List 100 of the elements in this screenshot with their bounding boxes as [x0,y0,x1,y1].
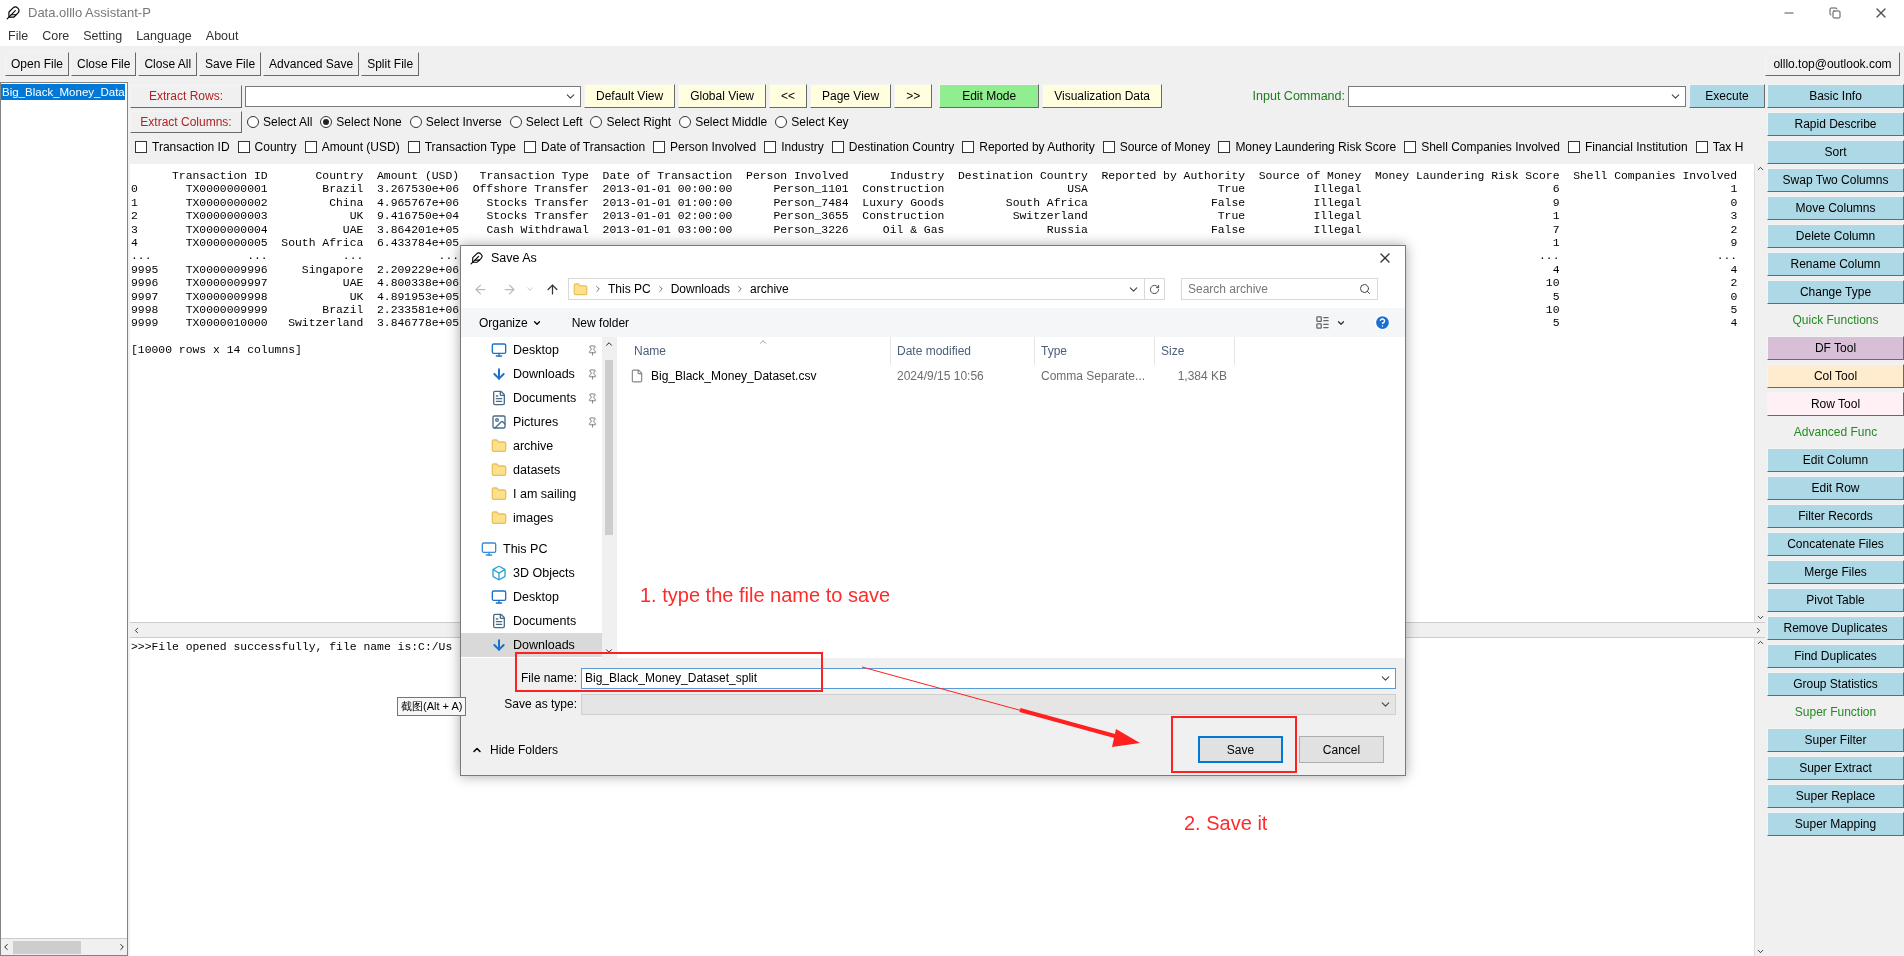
function-button[interactable]: Rename Column [1767,252,1904,276]
function-button[interactable]: Super Mapping [1767,812,1904,836]
view-icon[interactable] [1315,315,1330,330]
scroll-up-icon[interactable] [604,339,614,349]
column-checkbox[interactable]: Person Involved [653,138,757,156]
view-button[interactable]: << [769,84,807,108]
scroll-left-icon[interactable] [1,942,11,952]
command-button[interactable]: Organize [479,313,542,332]
execute-button[interactable]: Execute [1689,84,1765,108]
extract-columns-button[interactable]: Extract Columns: [130,111,242,133]
column-checkbox[interactable]: Date of Transaction [524,138,646,156]
function-button[interactable]: Edit Row [1767,476,1904,500]
function-button[interactable]: Edit Column [1767,448,1904,472]
function-button[interactable]: Row Tool [1767,392,1904,416]
hide-folders-button[interactable]: Hide Folders [471,740,559,759]
column-checkbox[interactable]: Reported by Authority [962,138,1095,156]
address-bar[interactable]: This PC Downloads archive [568,278,1145,300]
radio-option[interactable]: Select None [320,113,402,131]
function-button[interactable]: Col Tool [1767,364,1904,388]
radio-option[interactable]: Select Middle [679,113,768,131]
menu-item[interactable]: Setting [76,26,130,46]
nav-item[interactable]: Desktop [461,585,602,609]
toolbar-button[interactable]: Open File [5,52,70,76]
function-button[interactable]: Group Statistics [1767,672,1904,696]
menu-item[interactable]: Core [35,26,77,46]
function-button[interactable]: Super Replace [1767,784,1904,808]
nav-item[interactable]: Documents [461,386,602,410]
view-button[interactable]: Edit Mode [939,84,1040,108]
nav-item[interactable]: I am sailing [461,482,602,506]
scroll-right-icon[interactable] [1754,625,1763,635]
toolbar-button[interactable]: Close File [71,52,137,76]
scrollbar[interactable] [1754,638,1765,956]
column-checkbox[interactable]: Transaction ID [135,138,230,156]
refresh-button[interactable] [1145,278,1165,300]
nav-item[interactable]: Pictures [461,410,602,434]
function-button[interactable]: Sort [1767,140,1904,164]
column-checkbox[interactable]: Financial Institution [1567,138,1688,156]
column-checkbox[interactable]: Destination Country [831,138,955,156]
search-box[interactable]: Search archive [1181,278,1378,300]
file-name-box[interactable]: Big_Black_Money_Dataset_split [581,667,1396,689]
view-button[interactable]: Default View [584,84,676,108]
nav-item[interactable]: images [461,506,602,530]
function-button[interactable]: Basic Info [1767,84,1904,108]
column-heading[interactable]: Name [620,337,891,365]
radio-option[interactable]: Select Right [590,113,672,131]
function-button[interactable]: Filter Records [1767,504,1904,528]
function-button[interactable]: Change Type [1767,280,1904,304]
column-heading[interactable]: Date modified [891,337,1035,365]
view-button[interactable]: Visualization Data [1042,84,1163,108]
menu-item[interactable]: Language [129,26,199,46]
scroll-down-icon[interactable] [1755,613,1765,622]
function-button[interactable]: Super Filter [1767,728,1904,752]
nav-item[interactable]: This PC [461,537,602,561]
file-list-item[interactable]: Big_Black_Money_Data [1,84,125,100]
function-button[interactable]: Super Extract [1767,756,1904,780]
column-checkbox[interactable]: Tax H [1695,138,1744,156]
view-button[interactable]: Global View [678,84,766,108]
function-button[interactable]: Find Duplicates [1767,644,1904,668]
file-name-field[interactable]: Big_Black_Money_Dataset_split [585,669,1379,687]
breadcrumb-item[interactable]: archive [750,280,789,298]
breadcrumb-item[interactable]: Downloads [670,280,731,298]
scroll-up-icon[interactable] [1755,164,1765,173]
account-button[interactable]: olllo.top@outlook.com [1765,52,1900,76]
column-checkbox[interactable]: Shell Companies Involved [1404,138,1560,156]
column-heading[interactable]: Type [1035,337,1155,365]
nav-item[interactable]: 3D Objects [461,561,602,585]
function-button[interactable]: Concatenate Files [1767,532,1904,556]
command-button[interactable]: New folder [571,313,630,332]
function-button[interactable]: Remove Duplicates [1767,616,1904,640]
file-name[interactable]: Big_Black_Money_Dataset.csv [651,367,817,385]
up-icon[interactable] [545,281,560,297]
save-button[interactable]: Save [1198,736,1283,763]
column-checkbox[interactable]: Money Laundering Risk Score [1218,138,1397,156]
rows-combobox[interactable] [245,85,581,107]
search-field[interactable]: Search archive [1188,280,1359,298]
column-checkbox[interactable]: Source of Money [1102,138,1211,156]
view-button[interactable]: Page View [810,84,892,108]
menu-item[interactable]: File [1,26,36,46]
scroll-left-icon[interactable] [132,625,141,635]
toolbar-button[interactable]: Advanced Save [263,52,360,76]
scroll-right-icon[interactable] [117,942,127,952]
menu-item[interactable]: About [198,26,246,46]
function-button[interactable]: DF Tool [1767,336,1904,360]
restore-icon[interactable] [1829,7,1841,19]
column-heading[interactable]: Size [1155,337,1235,365]
nav-item[interactable]: Documents [461,609,602,633]
nav-item[interactable]: datasets [461,458,602,482]
help-icon[interactable] [1374,314,1391,331]
function-button[interactable]: Pivot Table [1767,588,1904,612]
function-button[interactable]: Merge Files [1767,560,1904,584]
function-button[interactable]: Move Columns [1767,196,1904,220]
radio-option[interactable]: Select All [247,113,313,131]
cancel-button[interactable]: Cancel [1299,736,1384,763]
scrollbar[interactable] [1754,164,1765,622]
breadcrumb-item[interactable]: This PC [608,280,651,298]
extract-rows-button[interactable]: Extract Rows: [130,84,242,108]
nav-item[interactable]: Downloads [461,633,602,657]
nav-item[interactable]: archive [461,434,602,458]
nav-item[interactable]: Desktop [461,338,602,362]
function-button[interactable]: Delete Column [1767,224,1904,248]
